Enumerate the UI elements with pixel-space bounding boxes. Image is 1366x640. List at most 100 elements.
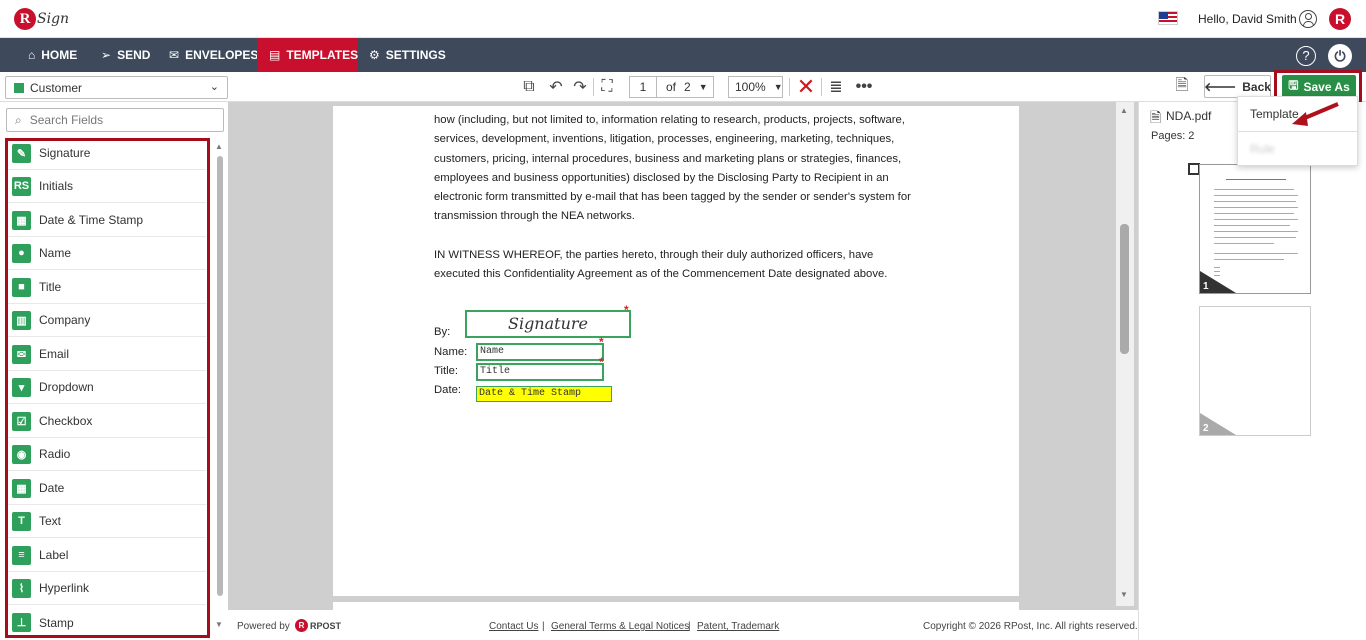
help-icon[interactable]: ? <box>1296 46 1316 66</box>
search-fields-input[interactable]: ⌕ Search Fields <box>6 108 224 132</box>
back-button[interactable]: 🡐 Back <box>1204 75 1271 98</box>
doc-line: customers, pricing, internal procedures,… <box>434 153 902 165</box>
zoom-value: 100% <box>735 80 766 94</box>
hierarchy-icon[interactable]: ⛶ <box>597 77 617 97</box>
field-stamp[interactable]: ⊥ Stamp <box>8 606 206 639</box>
field-label: Title <box>39 280 62 294</box>
nav-home[interactable]: ⌂ HOME <box>16 38 89 72</box>
patent-link[interactable]: Patent, Trademark <box>697 621 779 632</box>
page-selector[interactable]: 1 of 2 ▼ <box>629 76 714 98</box>
field-radio[interactable]: ◉ Radio <box>8 438 206 471</box>
field-label: Stamp <box>39 615 74 630</box>
field-checkbox[interactable]: ☑ Checkbox <box>8 405 206 438</box>
file-name[interactable]: NDA.pdf <box>1166 109 1211 123</box>
undo-icon[interactable]: ↶ <box>546 77 566 97</box>
nav-home-label: HOME <box>41 48 78 62</box>
powered-by-text: Powered by <box>237 621 290 632</box>
annotation-arrow-icon <box>1292 102 1339 126</box>
field-name[interactable]: ● Name <box>8 237 206 270</box>
zoom-select[interactable]: 100% ▼ <box>728 76 783 98</box>
scroll-up-icon[interactable]: ▲ <box>1120 106 1128 115</box>
page-of: of <box>666 80 677 94</box>
recipient-select[interactable]: Customer ⌄ <box>5 76 228 99</box>
user-greeting: Hello, David Smith <box>1198 12 1297 26</box>
field-text[interactable]: T Text <box>8 505 206 538</box>
signature-field-box[interactable]: Signature <box>465 310 631 338</box>
name-label: Name: <box>434 346 468 358</box>
field-email[interactable]: ✉ Email <box>8 338 206 371</box>
field-dropdown[interactable]: ▾ Dropdown <box>8 371 206 404</box>
align-icon[interactable]: ≣ <box>826 77 846 97</box>
nav-envelopes-label: ENVELOPES <box>185 48 259 62</box>
required-marker: * <box>599 355 604 369</box>
save-as-label: Save As <box>1303 79 1350 94</box>
rsign-logo[interactable]: R Sign <box>14 6 69 32</box>
terms-link[interactable]: General Terms & Legal Notices <box>551 621 689 632</box>
page-current[interactable]: 1 <box>630 80 656 94</box>
nav-send[interactable]: ➢ SEND <box>89 38 162 72</box>
doc-line: electronic form transmitted by e-mail th… <box>434 191 911 203</box>
save-as-button[interactable]: 🖫 Save As <box>1282 75 1356 98</box>
field-label: Company <box>39 313 91 327</box>
fields-scrollbar[interactable]: ▲ ▼ <box>215 142 224 638</box>
pen-icon: ✎ <box>12 143 31 163</box>
dropdown-icon: ▾ <box>12 377 31 397</box>
briefcase-icon: ■ <box>12 277 31 297</box>
field-label: Label <box>39 548 69 562</box>
date-time-stamp-field-box[interactable]: Date & Time Stamp <box>476 386 612 402</box>
main-nav: ⌂ HOME ➢ SEND ✉ ENVELOPES ▤ TEMPLATES ⚙ … <box>0 38 1366 72</box>
save-as-rule-option[interactable]: Rule <box>1238 132 1357 166</box>
nav-templates-label: TEMPLATES <box>286 48 359 62</box>
scrollbar-thumb[interactable] <box>1120 224 1129 354</box>
user-profile-icon[interactable] <box>1299 10 1317 28</box>
scroll-down-icon[interactable]: ▼ <box>1120 590 1128 599</box>
field-signature[interactable]: ✎ Signature <box>8 137 206 170</box>
more-options-icon[interactable]: ••• <box>853 77 875 97</box>
field-initials[interactable]: RS Initials <box>8 170 206 203</box>
document-scrollbar[interactable]: ▲ ▼ <box>1116 102 1134 606</box>
calendar-clock-icon: ▦ <box>12 210 31 230</box>
top-bar: R Sign Hello, David Smith R <box>0 0 1366 38</box>
document-page[interactable]: how (including, but not limited to, info… <box>333 106 1019 596</box>
nav-envelopes[interactable]: ✉ ENVELOPES <box>157 38 270 72</box>
envelope-icon: ✉ <box>169 48 180 62</box>
field-company[interactable]: ▥ Company <box>8 304 206 337</box>
field-date[interactable]: ▦ Date <box>8 472 206 505</box>
field-hyperlink[interactable]: ⌇ Hyperlink <box>8 572 206 605</box>
title-field-box[interactable]: Title <box>476 363 604 381</box>
fit-page-icon[interactable]: ⧉ <box>519 77 539 97</box>
scroll-up-icon[interactable]: ▲ <box>215 142 223 151</box>
page-thumbnail-2[interactable]: 2 <box>1199 306 1311 436</box>
doc-line: executed this Confidentiality Agreement … <box>434 268 888 280</box>
footer-separator: | <box>688 621 691 632</box>
scroll-down-icon[interactable]: ▼ <box>215 620 223 629</box>
document-canvas[interactable]: how (including, but not limited to, info… <box>228 102 1138 612</box>
field-date-time-stamp[interactable]: ▦ Date & Time Stamp <box>8 204 206 237</box>
field-label-item[interactable]: ≡ Label <box>8 539 206 572</box>
us-flag-icon[interactable] <box>1158 11 1178 25</box>
required-marker: * <box>624 303 629 317</box>
nav-templates[interactable]: ▤ TEMPLATES <box>257 38 359 72</box>
doc-line: how (including, but not limited to, info… <box>434 114 905 126</box>
recipient-name: Customer <box>30 80 83 95</box>
field-label: Checkbox <box>39 414 93 428</box>
delete-field-icon[interactable]: ✕ <box>796 74 816 99</box>
page-thumbnail-1[interactable]: 1 <box>1199 164 1311 294</box>
brand-avatar[interactable]: R <box>1329 8 1351 30</box>
date-label: Date: <box>434 384 462 396</box>
field-title[interactable]: ■ Title <box>8 271 206 304</box>
zoom-dropdown-icon: ▼ <box>773 82 783 92</box>
field-label: Radio <box>39 447 71 461</box>
power-icon[interactable]: ⏻ <box>1328 44 1352 68</box>
scrollbar-thumb[interactable] <box>217 156 223 596</box>
name-field-box[interactable]: Name <box>476 343 604 361</box>
fields-panel: ⌕ Search Fields ✎ Signature RS Initials ▦ D… <box>0 102 228 640</box>
page-total: 2 <box>684 80 691 94</box>
nav-send-label: SEND <box>117 48 151 62</box>
nav-settings[interactable]: ⚙ SETTINGS <box>357 38 458 72</box>
contact-us-link[interactable]: Contact Us <box>489 621 538 632</box>
footer-separator: | <box>542 621 545 632</box>
document-preview-icon[interactable]: 🗎 <box>1172 77 1192 97</box>
redo-icon[interactable]: ↷ <box>570 77 590 97</box>
document-pages-panel: 🗎 NDA.pdf Pages: 2 1 2 <box>1138 102 1366 640</box>
